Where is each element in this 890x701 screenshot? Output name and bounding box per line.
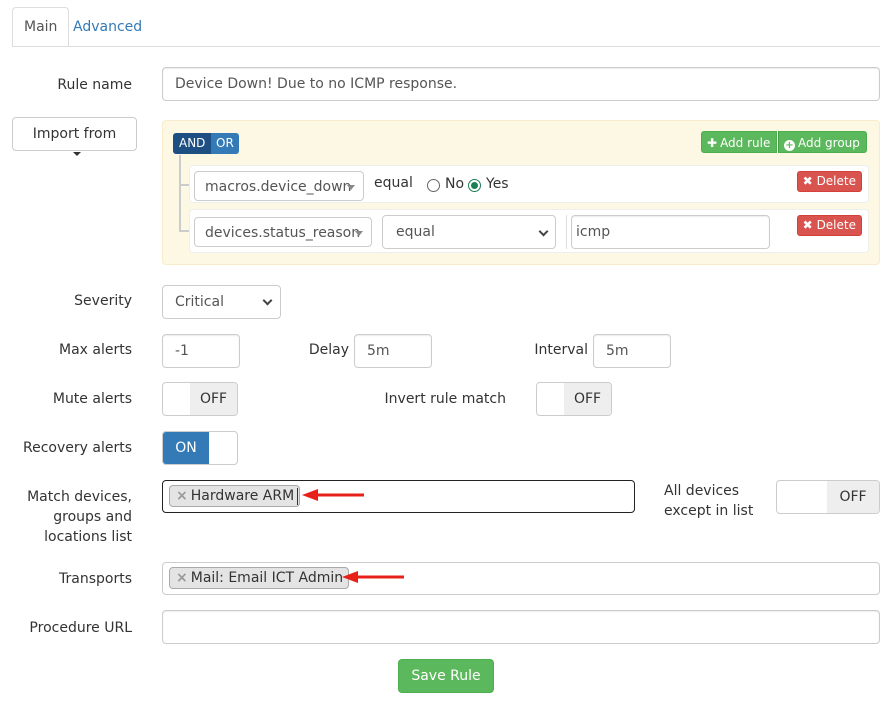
- match-devices-label-line2: groups and: [53, 509, 132, 525]
- annotation-arrow-icon: [302, 489, 364, 501]
- add-rule-label: Add rule: [720, 136, 771, 150]
- recovery-alerts-label: Recovery alerts: [23, 440, 132, 456]
- delay-input[interactable]: 5m: [354, 334, 432, 368]
- interval-input[interactable]: 5m: [593, 334, 671, 368]
- interval-label: Interval: [534, 342, 588, 358]
- tag-label: Hardware ARM: [190, 488, 295, 504]
- transports-select[interactable]: × Mail: Email ICT Admin: [162, 562, 880, 595]
- import-from-button[interactable]: Import from: [12, 117, 137, 156]
- caret-down-icon: [72, 152, 81, 156]
- rule-field-value: macros.device_down: [205, 179, 352, 195]
- rule-operator: equal: [374, 175, 413, 191]
- severity-select[interactable]: Critical: [162, 285, 281, 319]
- text-cursor: [297, 488, 298, 505]
- severity-value: Critical: [175, 294, 224, 310]
- save-rule-button[interactable]: Save Rule: [398, 659, 494, 693]
- remove-tag-icon[interactable]: ×: [176, 488, 188, 504]
- invert-rule-toggle[interactable]: OFF: [536, 382, 612, 416]
- rule-name-label: Rule name: [57, 77, 132, 93]
- plus-icon: ✚: [707, 136, 718, 150]
- all-devices-label-line1: All devices: [664, 483, 740, 499]
- radio-yes[interactable]: [468, 179, 481, 192]
- rule-value-input[interactable]: icmp: [571, 215, 770, 249]
- tree-connector: [179, 155, 181, 231]
- procedure-url-input[interactable]: [162, 610, 880, 644]
- all-devices-label-line2: except in list: [664, 503, 754, 519]
- delete-rule-button[interactable]: ✖ Delete: [796, 171, 862, 192]
- all-devices-toggle[interactable]: OFF: [776, 480, 880, 514]
- mute-alerts-toggle[interactable]: OFF: [162, 382, 238, 416]
- severity-label: Severity: [74, 293, 132, 309]
- radio-no[interactable]: [427, 179, 440, 192]
- value-divider: [566, 215, 567, 249]
- rule-field-value: devices.status_reason: [205, 225, 361, 241]
- chevron-down-icon: [262, 295, 273, 306]
- tabs-divider: [12, 46, 880, 47]
- invert-rule-label: Invert rule match: [384, 391, 506, 407]
- caret-down-icon: [347, 185, 355, 190]
- tab-advanced[interactable]: Advanced: [61, 7, 154, 47]
- tag-label: Mail: Email ICT Admin: [190, 570, 344, 586]
- delay-label: Delay: [308, 342, 349, 358]
- remove-tag-icon[interactable]: ×: [176, 570, 188, 586]
- match-devices-label-line3: locations list: [44, 529, 132, 545]
- import-from-label: Import from: [32, 126, 117, 142]
- max-alerts-input[interactable]: -1: [162, 334, 240, 368]
- radio-no-label: No: [445, 176, 465, 192]
- or-toggle-button[interactable]: OR: [211, 133, 239, 154]
- radio-yes-label: Yes: [486, 176, 509, 192]
- selected-tag: × Hardware ARM: [169, 485, 301, 507]
- rule-field-select[interactable]: devices.status_reason: [194, 217, 372, 247]
- query-builder: AND OR ✚ Add rule + Add group macros.devic…: [162, 120, 880, 265]
- add-rule-button[interactable]: ✚ Add rule: [701, 131, 778, 153]
- close-icon: ✖: [802, 174, 813, 188]
- rule-field-select[interactable]: macros.device_down: [194, 171, 364, 201]
- match-devices-label-line1: Match devices,: [27, 489, 132, 505]
- annotation-arrow-icon: [342, 571, 404, 583]
- toggle-off-label: OFF: [190, 383, 237, 415]
- rule-operator-value: equal: [396, 224, 435, 240]
- recovery-alerts-toggle[interactable]: ON: [162, 431, 238, 465]
- close-icon: ✖: [802, 218, 813, 232]
- toggle-off-label: OFF: [827, 481, 879, 513]
- plus-circle-icon: +: [784, 140, 795, 151]
- rule-operator-select[interactable]: equal: [382, 215, 556, 249]
- toggle-on-label: ON: [163, 432, 209, 464]
- transports-label: Transports: [59, 571, 132, 587]
- max-alerts-label: Max alerts: [58, 342, 132, 358]
- add-group-button[interactable]: + Add group: [778, 131, 867, 153]
- delete-label: Delete: [816, 218, 856, 232]
- caret-down-icon: [355, 231, 363, 236]
- mute-alerts-label: Mute alerts: [52, 391, 132, 407]
- toggle-off-label: OFF: [564, 383, 611, 415]
- rule-row: macros.device_down equal No Yes ✖ Delete: [189, 165, 869, 203]
- add-group-label: Add group: [798, 136, 860, 150]
- delete-label: Delete: [816, 174, 856, 188]
- rule-name-input[interactable]: Device Down! Due to no ICMP response.: [162, 67, 880, 101]
- chevron-down-icon: [538, 226, 549, 237]
- match-devices-select[interactable]: × Hardware ARM: [162, 480, 635, 513]
- selected-tag: × Mail: Email ICT Admin: [169, 567, 350, 589]
- delete-rule-button[interactable]: ✖ Delete: [796, 215, 862, 236]
- and-toggle-button[interactable]: AND: [173, 133, 212, 154]
- procedure-url-label: Procedure URL: [29, 620, 132, 636]
- rule-row: devices.status_reason equal icmp ✖ Delet…: [189, 209, 869, 253]
